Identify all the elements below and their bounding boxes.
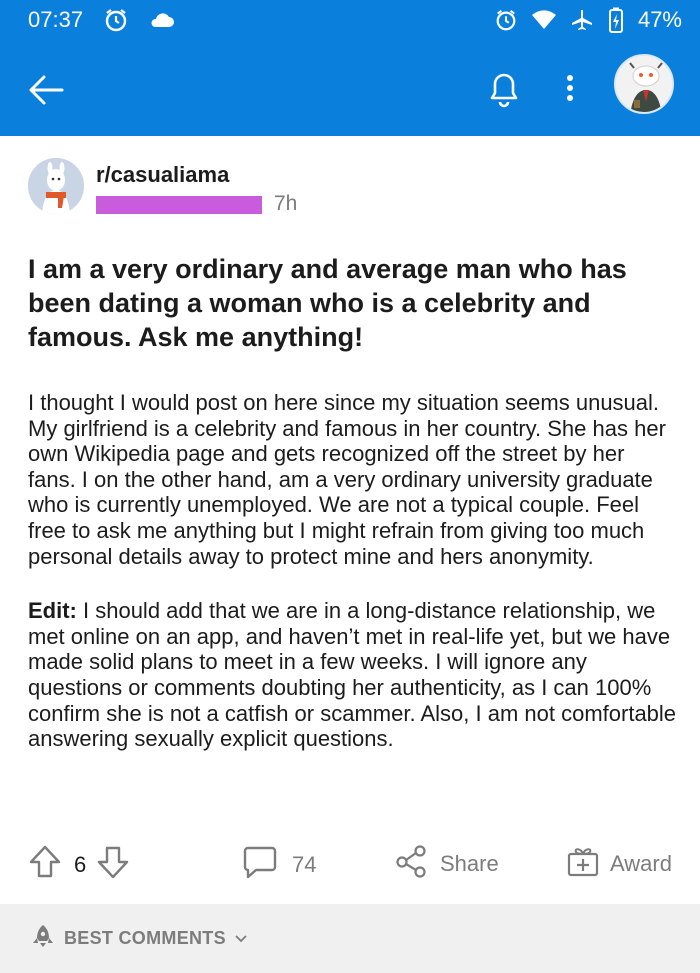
post-title: I am a very ordinary and average man who…	[28, 254, 627, 352]
bell-icon[interactable]	[484, 66, 524, 110]
more-vertical-icon[interactable]	[556, 66, 584, 110]
status-bar: 07:37 47%	[0, 0, 700, 40]
vote-group: 6	[28, 844, 130, 886]
redacted-username	[96, 196, 262, 214]
edit-text: I should add that we are in a long-dista…	[28, 598, 677, 752]
comments-button[interactable]: 74	[242, 844, 316, 886]
comment-count: 74	[292, 852, 317, 877]
app-bar	[0, 40, 700, 136]
share-label: Share	[440, 851, 499, 876]
post-action-bar: 6 74 Share Award	[0, 838, 700, 886]
wifi-icon	[531, 10, 556, 30]
award-button[interactable]: Award	[566, 844, 672, 884]
share-icon	[394, 844, 428, 884]
comment-icon	[242, 844, 278, 886]
clock-time: 07:37	[28, 7, 84, 32]
subreddit-avatar[interactable]	[28, 158, 84, 214]
battery-icon	[608, 7, 624, 33]
airplane-mode-icon	[570, 8, 594, 32]
upvote-icon[interactable]	[28, 844, 62, 886]
battery-percent: 47%	[637, 7, 682, 32]
downvote-icon[interactable]	[96, 844, 130, 886]
share-button[interactable]: Share	[394, 844, 499, 884]
post-paragraph: I thought I would post on here since my …	[28, 390, 666, 569]
chevron-down-icon	[234, 928, 248, 949]
rocket-icon	[30, 923, 56, 954]
subreddit-name[interactable]: r/casualiama	[96, 162, 229, 188]
sort-label: BEST COMMENTS	[64, 928, 226, 948]
gift-icon	[566, 844, 600, 884]
alarm-icon	[494, 8, 518, 32]
alarm-icon	[103, 7, 129, 33]
back-arrow-icon[interactable]	[26, 70, 66, 110]
post-header: r/casualiama 7h	[28, 158, 668, 222]
post-age: 7h	[274, 192, 298, 215]
cloud-icon	[149, 11, 175, 29]
edit-label: Edit:	[28, 598, 77, 624]
sort-comments-button[interactable]: BEST COMMENTS	[30, 923, 248, 954]
post-body: I thought I would post on here since my …	[28, 390, 678, 781]
post-edit-paragraph: Edit: I should add that we are in a long…	[28, 598, 678, 752]
comments-sort-bar: BEST COMMENTS	[0, 904, 700, 973]
award-label: Award	[610, 851, 672, 876]
vote-count: 6	[74, 852, 87, 877]
avatar[interactable]	[614, 54, 674, 114]
